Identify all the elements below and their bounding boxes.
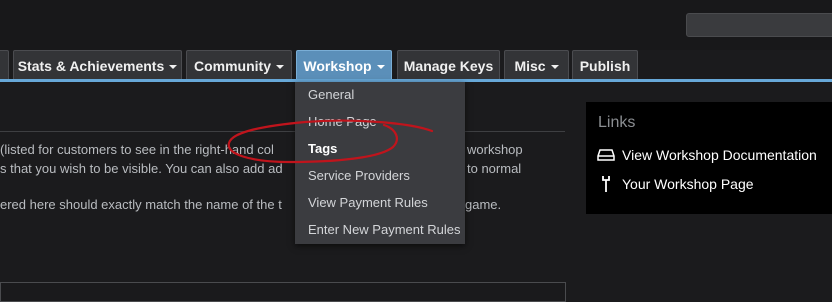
link-your-workshop-page[interactable]: Your Workshop Page bbox=[596, 174, 754, 194]
tab-label: Stats & Achievements bbox=[17, 57, 165, 74]
tab-workshop[interactable]: Workshop bbox=[296, 50, 392, 80]
caret-down-icon bbox=[276, 64, 284, 69]
tab-publish[interactable]: Publish bbox=[572, 50, 638, 80]
body-text: (listed for customers to see in the righ… bbox=[0, 142, 274, 157]
caret-down-icon bbox=[376, 64, 385, 69]
tab-label: Misc bbox=[514, 57, 546, 74]
links-panel: Links View Workshop Documentation Your W… bbox=[586, 102, 832, 214]
tab-label: Manage Keys bbox=[403, 57, 494, 74]
body-text: ered here should exactly match the name … bbox=[0, 197, 282, 212]
search-input[interactable] bbox=[686, 13, 832, 37]
tab-label: Publish bbox=[579, 57, 631, 74]
menu-item-general[interactable]: General bbox=[308, 84, 354, 104]
menu-item-enter-new-payment-rules[interactable]: Enter New Payment Rules bbox=[308, 219, 460, 239]
caret-down-icon bbox=[550, 64, 559, 69]
link-view-workshop-documentation[interactable]: View Workshop Documentation bbox=[596, 145, 817, 165]
content-box bbox=[0, 282, 566, 302]
tab-previous[interactable] bbox=[0, 50, 9, 80]
tab-community[interactable]: Community bbox=[186, 50, 292, 80]
link-label: Your Workshop Page bbox=[622, 176, 754, 192]
caret-down-icon bbox=[169, 64, 178, 69]
tab-label: Community bbox=[194, 57, 271, 74]
wrench-icon bbox=[596, 176, 616, 192]
body-text-fragment: to normal bbox=[467, 161, 522, 176]
body-text-line: (listed for customers to see in the righ… bbox=[0, 140, 565, 160]
link-label: View Workshop Documentation bbox=[622, 147, 817, 163]
menu-item-tags[interactable]: Tags bbox=[308, 138, 337, 158]
links-title: Links bbox=[598, 114, 636, 131]
tab-label: Workshop bbox=[303, 57, 372, 74]
app-tab-bar: Stats & Achievements Community Workshop … bbox=[0, 50, 832, 80]
body-text-fragment: game. bbox=[465, 197, 502, 212]
body-text-fragment: workshop bbox=[467, 142, 523, 157]
workshop-dropdown-menu: General Home Page Tags Service Providers… bbox=[295, 82, 465, 244]
drive-icon bbox=[596, 147, 616, 163]
body-text: s that you wish to be visible. You can a… bbox=[0, 161, 283, 176]
body-text-line: s that you wish to be visible. You can a… bbox=[0, 159, 565, 179]
tab-misc[interactable]: Misc bbox=[504, 50, 569, 80]
menu-item-service-providers[interactable]: Service Providers bbox=[308, 165, 410, 185]
tab-manage-keys[interactable]: Manage Keys bbox=[397, 50, 500, 80]
menu-item-home-page[interactable]: Home Page bbox=[308, 111, 377, 131]
menu-item-view-payment-rules[interactable]: View Payment Rules bbox=[308, 192, 428, 212]
tab-stats-achievements[interactable]: Stats & Achievements bbox=[13, 50, 182, 80]
body-text-line: ered here should exactly match the name … bbox=[0, 195, 565, 215]
section-divider bbox=[0, 131, 565, 132]
